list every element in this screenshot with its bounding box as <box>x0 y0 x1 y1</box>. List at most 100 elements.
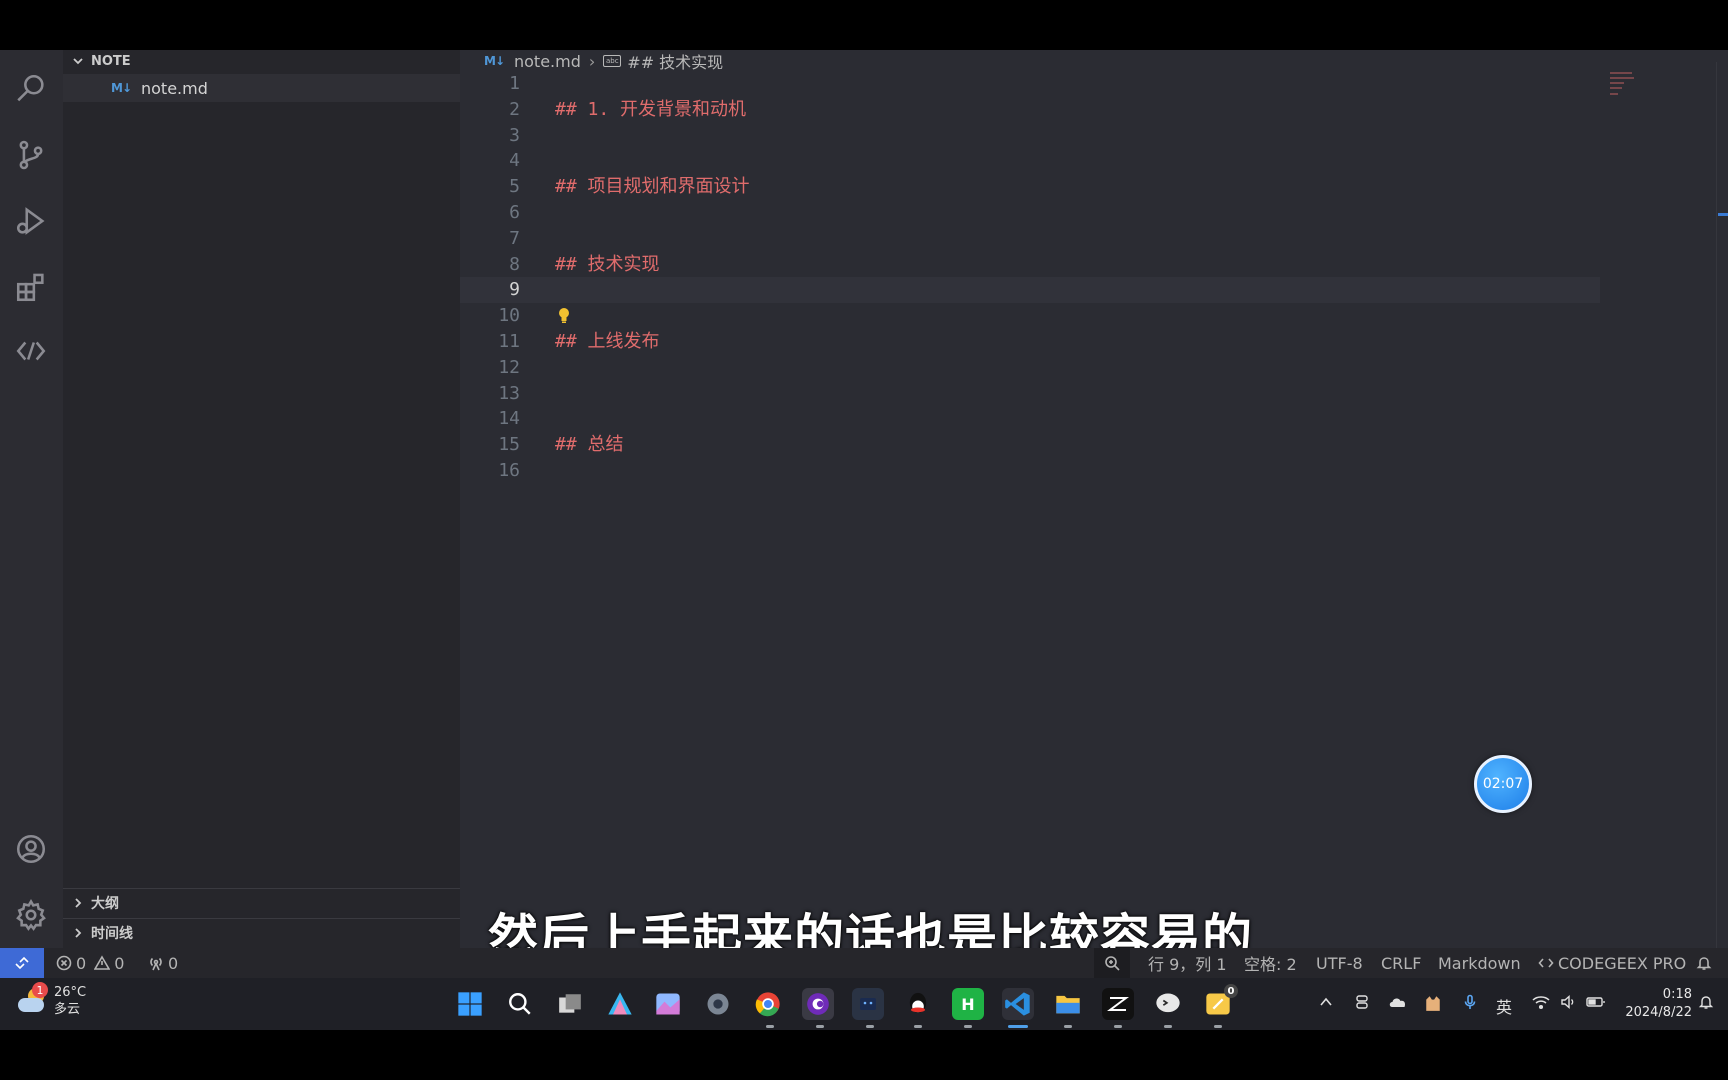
string-symbol-icon: abc <box>603 55 622 67</box>
battery-icon[interactable] <box>1586 994 1606 1014</box>
code-line[interactable]: 9 <box>460 277 1600 304</box>
chrome-app-icon[interactable] <box>752 988 784 1020</box>
problems-indicator[interactable]: 0 0 <box>56 948 124 978</box>
sticky-notes-app-icon[interactable]: 0 <box>1202 984 1238 1020</box>
code-line[interactable]: 7 <box>460 226 1600 252</box>
scrollbar-cursor-marker <box>1718 213 1728 216</box>
line-number: 10 <box>498 305 520 327</box>
code-line[interactable]: 5 ## 项目规划和界面设计 <box>460 174 1600 200</box>
codegeex-status[interactable]: CODEGEEX PRO <box>1538 948 1686 978</box>
code-line[interactable]: 3 <box>460 123 1600 149</box>
line-text[interactable]: ## 技术实现 <box>555 252 660 278</box>
bell-icon <box>1696 957 1712 970</box>
microphone-icon[interactable] <box>1462 994 1478 1014</box>
indentation[interactable]: 空格: 2 <box>1244 948 1297 978</box>
code-line[interactable]: 16 <box>460 458 1600 484</box>
chevron-up-icon[interactable] <box>1318 994 1334 1014</box>
vertical-scrollbar[interactable] <box>1716 62 1728 948</box>
code-line[interactable]: 4 <box>460 148 1600 174</box>
encoding[interactable]: UTF-8 <box>1316 948 1363 978</box>
line-number: 8 <box>509 253 520 275</box>
line-ending[interactable]: CRLF <box>1381 948 1421 978</box>
file-explorer-icon[interactable] <box>1052 988 1084 1020</box>
wechat-app-icon[interactable] <box>1152 988 1184 1020</box>
lightbulb-icon[interactable] <box>557 307 571 325</box>
breadcrumb-symbol[interactable]: ## 技术实现 <box>627 49 723 73</box>
ime-indicator[interactable]: 英 <box>1496 994 1512 1018</box>
code-line[interactable]: 2 ## 1. 开发背景和动机 <box>460 97 1600 123</box>
code-line[interactable]: 12 <box>460 355 1600 381</box>
windows-start-icon[interactable] <box>454 988 486 1020</box>
task-view-icon[interactable] <box>554 988 586 1020</box>
gear-icon[interactable] <box>12 896 50 934</box>
clipchamp-app-icon[interactable] <box>802 988 834 1020</box>
notes-badge: 0 <box>1224 984 1238 998</box>
running-indicator <box>866 1025 874 1028</box>
code-line[interactable]: 6 <box>460 200 1600 226</box>
code-line[interactable]: 11 ## 上线发布 <box>460 329 1600 355</box>
extensions-icon[interactable] <box>12 268 50 306</box>
code-line[interactable]: 15 ## 总结 <box>460 432 1600 458</box>
zoom-indicator[interactable] <box>1094 948 1130 978</box>
language-mode[interactable]: Markdown <box>1438 948 1521 978</box>
ports-indicator[interactable]: 0 <box>148 948 178 978</box>
line-number: 15 <box>498 434 520 456</box>
partly-cloudy-icon: 1 <box>16 982 48 1016</box>
copilot-app-icon[interactable] <box>604 988 636 1020</box>
zoom-icon <box>1105 956 1120 971</box>
cursor-position[interactable]: 行 9，列 1 <box>1148 948 1227 978</box>
minimap[interactable] <box>1608 70 1638 100</box>
warning-count: 0 <box>114 953 125 973</box>
chevron-down-icon <box>71 54 85 68</box>
wifi-icon[interactable] <box>1532 994 1550 1014</box>
codegeex-icon[interactable] <box>12 332 50 370</box>
vscode-app-icon[interactable] <box>1002 988 1034 1020</box>
qq-app-icon[interactable] <box>902 988 934 1020</box>
terminal-app-icon[interactable] <box>852 988 884 1020</box>
line-text[interactable]: ## 总结 <box>555 432 624 458</box>
photos-app-icon[interactable] <box>652 988 684 1020</box>
line-text[interactable]: ## 上线发布 <box>555 329 660 355</box>
notifications-bell[interactable] <box>1696 948 1716 978</box>
vpn-icon[interactable] <box>1354 994 1370 1014</box>
active-app-indicator <box>1008 1025 1028 1028</box>
file-name: note.md <box>141 78 208 98</box>
taskbar-search-icon[interactable] <box>504 988 536 1020</box>
file-item-note-md[interactable]: M↓ note.md <box>63 74 460 102</box>
weather-widget[interactable]: 1 26°C 多云 <box>16 982 87 1018</box>
explorer-folder-header[interactable]: NOTE <box>63 50 460 72</box>
breadcrumb-file[interactable]: note.md <box>514 52 581 71</box>
account-icon[interactable] <box>12 830 50 868</box>
temperature: 26°C <box>54 985 87 1000</box>
line-number: 11 <box>498 331 520 352</box>
outline-section[interactable]: 大纲 <box>63 888 460 916</box>
onedrive-icon[interactable] <box>1388 994 1408 1014</box>
status-bar: 0 0 0 行 9，列 1 空格: 2 UTF-8 CRLF Markdown … <box>0 948 1728 978</box>
code-line[interactable]: 13 <box>460 381 1600 407</box>
code-line[interactable]: 8 ## 技术实现 <box>460 252 1600 278</box>
volume-icon[interactable] <box>1560 994 1576 1014</box>
editor-area[interactable]: M↓ note.md › abc ## 技术实现 1 2 ## 1. 开发背景和动机… <box>460 50 1728 948</box>
source-control-icon[interactable] <box>12 136 50 174</box>
notification-bell-icon[interactable] <box>1698 994 1714 1014</box>
code-line[interactable]: 10 <box>460 303 1600 329</box>
running-indicator <box>914 1025 922 1028</box>
system-clock[interactable]: 0:18 2024/8/22 <box>1620 986 1692 1022</box>
clock-time: 0:18 <box>1662 987 1692 1002</box>
recording-timer[interactable]: 02:07 <box>1474 755 1532 813</box>
cat-app-tray-icon[interactable] <box>1424 994 1442 1016</box>
remote-indicator[interactable] <box>0 948 44 978</box>
code-line[interactable]: 1 <box>460 71 1600 97</box>
settings-app-icon[interactable] <box>702 988 734 1020</box>
windows-taskbar: 1 26°C 多云 H 0 英 0:18 2024/8/22 <box>0 978 1728 1030</box>
search-icon[interactable] <box>12 70 50 108</box>
line-text[interactable]: ## 1. 开发背景和动机 <box>555 97 746 123</box>
chevron-right-icon <box>71 926 85 940</box>
timeline-section[interactable]: 时间线 <box>63 918 460 946</box>
code-line[interactable]: 14 <box>460 406 1600 432</box>
hbuilder-app-icon[interactable]: H <box>952 988 984 1020</box>
line-text[interactable]: ## 项目规划和界面设计 <box>555 174 750 200</box>
folder-name: NOTE <box>91 53 131 69</box>
capcut-app-icon[interactable] <box>1102 988 1134 1020</box>
run-debug-icon[interactable] <box>12 202 50 240</box>
